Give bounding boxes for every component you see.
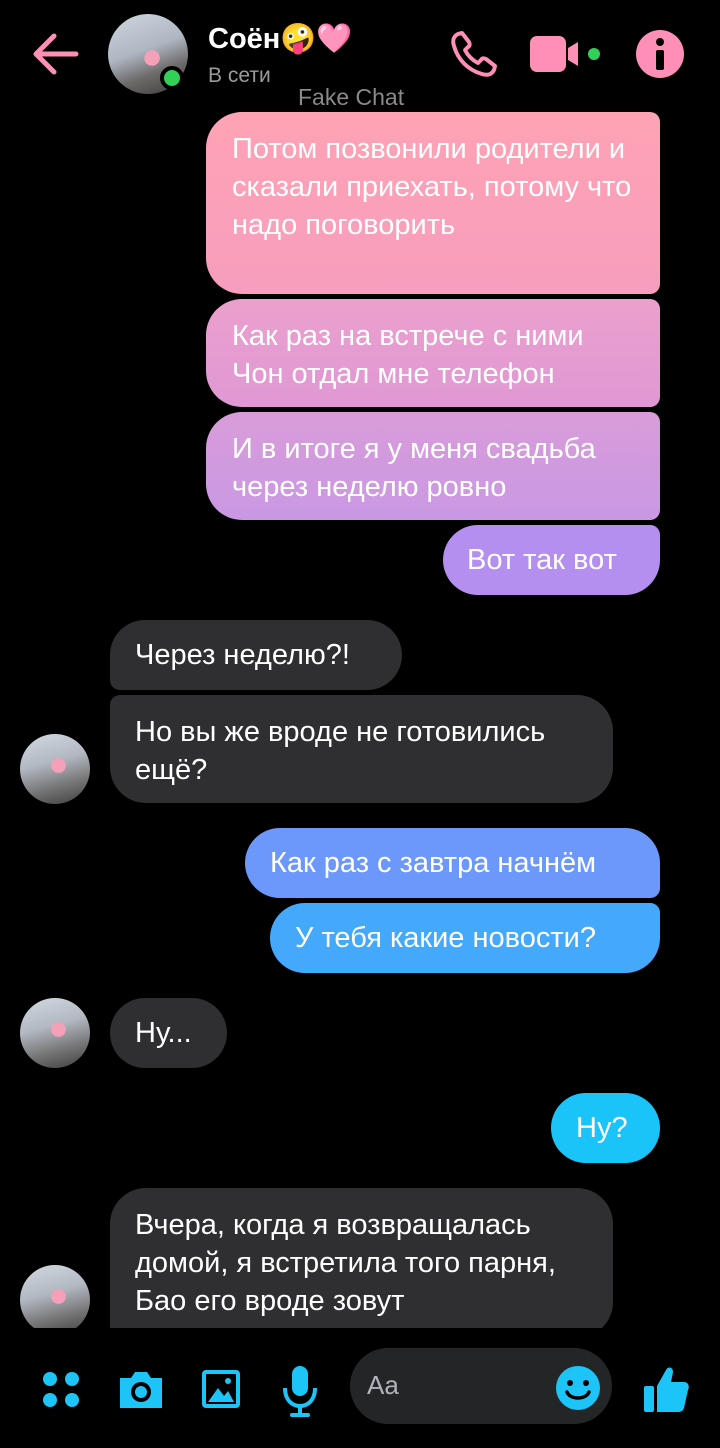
menu-dots-icon[interactable] <box>40 1364 82 1414</box>
outgoing-message[interactable]: Потом позвонили родители и сказали приех… <box>206 112 660 294</box>
microphone-icon[interactable] <box>280 1364 320 1417</box>
outgoing-message[interactable]: Как раз с завтра начнём <box>245 828 660 898</box>
app-watermark: Fake Chat <box>298 84 405 110</box>
incoming-message[interactable]: Но вы же вроде не готовились ещё? <box>110 695 613 803</box>
message-thread[interactable]: Потом позвонили родители и сказали приех… <box>0 112 720 1328</box>
contact-avatar-small[interactable] <box>20 998 90 1068</box>
contact-avatar-small[interactable] <box>20 1265 90 1328</box>
info-icon[interactable] <box>632 26 688 82</box>
phone-icon[interactable] <box>446 26 502 82</box>
incoming-message[interactable]: Через неделю?! <box>110 620 402 690</box>
outgoing-message[interactable]: Ну? <box>551 1093 660 1163</box>
video-camera-icon[interactable] <box>528 26 608 82</box>
contact-name[interactable]: Соён🤪🩷 <box>208 22 353 56</box>
incoming-message[interactable]: Ну... <box>110 998 227 1068</box>
contact-avatar-small[interactable] <box>20 734 90 804</box>
back-arrow-icon[interactable] <box>30 30 82 78</box>
chat-header: Соён🤪🩷 В сети Fake Chat <box>0 0 720 112</box>
message-input-placeholder: Aa <box>367 1370 399 1400</box>
outgoing-message[interactable]: У тебя какие новости? <box>270 903 660 973</box>
camera-icon[interactable] <box>116 1364 166 1414</box>
contact-status: В сети <box>208 64 271 87</box>
incoming-message[interactable]: Вчера, когда я возвращалась домой, я вст… <box>110 1188 613 1328</box>
outgoing-message[interactable]: Вот так вот <box>443 525 660 595</box>
thumbs-up-icon[interactable] <box>642 1362 690 1416</box>
online-indicator <box>160 66 184 90</box>
gallery-icon[interactable] <box>200 1364 242 1414</box>
outgoing-message[interactable]: И в итоге я у меня свадьба через неделю … <box>206 412 660 520</box>
outgoing-message[interactable]: Как раз на встрече с ними Чон отдал мне … <box>206 299 660 407</box>
message-composer: Aa <box>0 1328 720 1448</box>
emoji-icon[interactable] <box>554 1364 602 1412</box>
